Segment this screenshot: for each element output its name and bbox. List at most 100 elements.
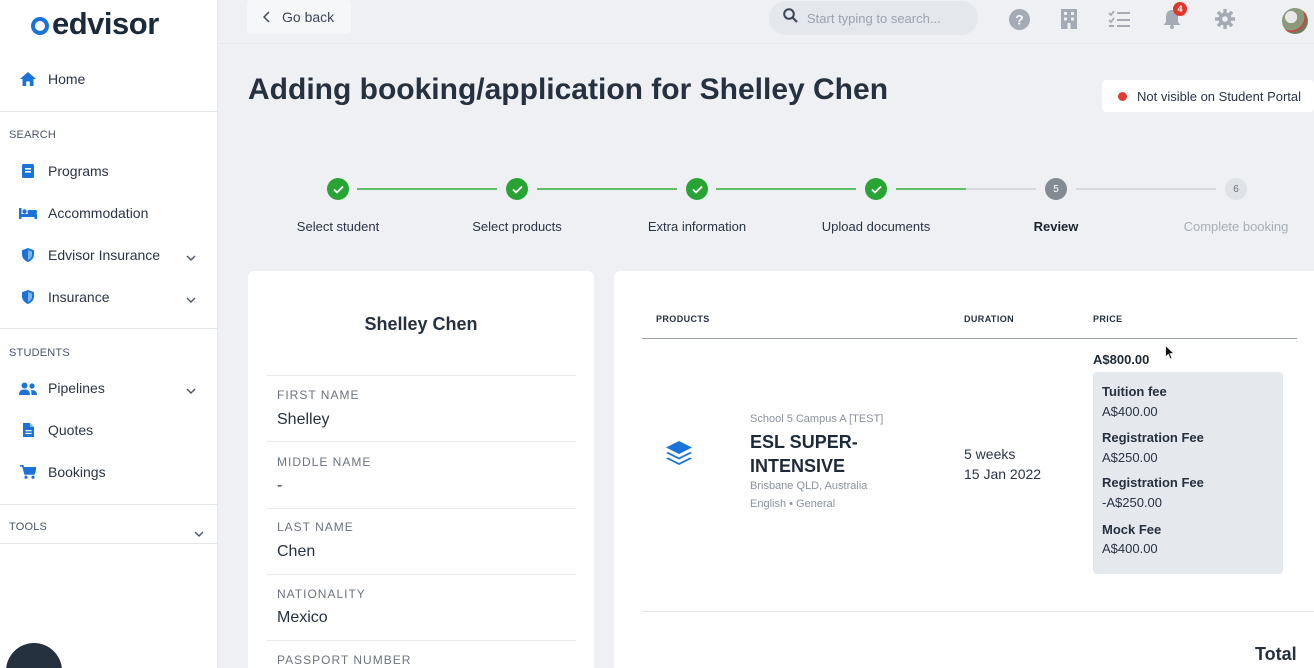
step-check-icon bbox=[865, 178, 887, 200]
search-box[interactable] bbox=[769, 1, 978, 35]
logo-mark-icon bbox=[31, 17, 49, 35]
page-title: Adding booking/application for Shelley C… bbox=[248, 73, 889, 106]
step-connector bbox=[1076, 188, 1216, 190]
product-title[interactable]: ESL SUPER-INTENSIVE bbox=[750, 430, 910, 478]
logo-text: edvisor bbox=[52, 6, 159, 41]
document-icon bbox=[19, 421, 37, 439]
tasks-icon[interactable] bbox=[1108, 8, 1130, 30]
step-label-pending: Complete booking bbox=[1183, 219, 1289, 234]
sidebar-item-quotes[interactable]: Quotes bbox=[0, 410, 218, 450]
notification-count-badge: 4 bbox=[1173, 2, 1187, 16]
step-number-current: 5 bbox=[1045, 178, 1067, 200]
fee-amount: -A$250.00 bbox=[1102, 495, 1162, 510]
layers-icon bbox=[664, 438, 694, 473]
sidebar-divider bbox=[0, 504, 218, 505]
user-avatar[interactable] bbox=[1282, 8, 1308, 34]
sidebar: edvisor Home SEARCH Programs Accommodati… bbox=[0, 0, 218, 668]
field-divider bbox=[267, 640, 576, 641]
section-label-search: SEARCH bbox=[9, 129, 57, 141]
svg-text:?: ? bbox=[1015, 11, 1024, 27]
products-review-card: PRODUCTS DURATION PRICE School 5 Campus … bbox=[614, 271, 1314, 668]
go-back-label: Go back bbox=[282, 9, 335, 25]
step-check-icon bbox=[327, 178, 349, 200]
duration-start-date: 15 Jan 2022 bbox=[964, 466, 1042, 482]
chevron-down-icon[interactable] bbox=[186, 248, 196, 264]
settings-gear-icon[interactable] bbox=[1214, 8, 1236, 30]
field-label: PASSPORT NUMBER bbox=[277, 653, 412, 667]
sidebar-item-programs[interactable]: Programs bbox=[0, 151, 218, 191]
field-label: LAST NAME bbox=[277, 520, 354, 534]
sidebar-item-label: Programs bbox=[48, 163, 109, 179]
mouse-cursor-icon bbox=[1165, 344, 1175, 365]
field-label: NATIONALITY bbox=[277, 587, 366, 601]
sidebar-item-edvisor-insurance[interactable]: Edvisor Insurance bbox=[0, 235, 218, 275]
fee-amount: A$250.00 bbox=[1102, 450, 1158, 465]
total-divider bbox=[642, 611, 1314, 612]
sidebar-item-home[interactable]: Home bbox=[0, 59, 218, 99]
fee-name: Mock Fee bbox=[1102, 522, 1162, 537]
sidebar-divider bbox=[0, 543, 218, 544]
sidebar-item-label: Quotes bbox=[48, 422, 94, 438]
step-connector bbox=[357, 188, 497, 190]
sidebar-item-pipelines[interactable]: Pipelines bbox=[0, 368, 218, 408]
chevron-down-icon[interactable] bbox=[186, 381, 196, 397]
sidebar-item-label: Home bbox=[48, 71, 86, 87]
visibility-label: Not visible on Student Portal bbox=[1137, 88, 1302, 104]
step-label: Select student bbox=[296, 219, 380, 234]
duration-length: 5 weeks bbox=[964, 446, 1016, 462]
step-connector bbox=[896, 188, 966, 190]
column-header-price: PRICE bbox=[1093, 314, 1123, 324]
step-label: Select products bbox=[472, 219, 562, 234]
chevron-down-icon[interactable] bbox=[186, 290, 196, 306]
sidebar-item-accommodation[interactable]: Accommodation bbox=[0, 193, 218, 233]
step-check-icon bbox=[506, 178, 528, 200]
search-input[interactable] bbox=[807, 10, 967, 26]
bed-icon bbox=[19, 204, 37, 222]
field-label: MIDDLE NAME bbox=[277, 455, 372, 469]
product-language: English • General bbox=[750, 498, 836, 510]
field-divider bbox=[267, 574, 576, 575]
field-value: - bbox=[277, 477, 283, 494]
sidebar-item-label: Pipelines bbox=[48, 380, 105, 396]
step-label: Upload documents bbox=[821, 219, 931, 234]
topbar: Go back ? 4 bbox=[219, 0, 1314, 44]
step-number-pending: 6 bbox=[1225, 178, 1247, 200]
building-icon[interactable] bbox=[1058, 8, 1080, 30]
product-school: School 5 Campus A [TEST] bbox=[750, 413, 884, 425]
sidebar-item-label: Edvisor Insurance bbox=[48, 247, 161, 263]
notifications-icon[interactable]: 4 bbox=[1161, 2, 1187, 30]
total-label: Total bbox=[1255, 644, 1297, 664]
step-connector bbox=[966, 188, 1036, 190]
status-dot bbox=[1118, 91, 1127, 101]
step-connector bbox=[716, 188, 856, 190]
field-divider bbox=[267, 375, 576, 376]
fee-name: Registration Fee bbox=[1102, 475, 1204, 490]
section-label-tools[interactable]: TOOLS bbox=[9, 521, 47, 533]
fee-amount: A$400.00 bbox=[1102, 404, 1158, 419]
field-value: Shelley bbox=[277, 411, 330, 428]
go-back-button[interactable]: Go back bbox=[247, 0, 351, 34]
chevron-left-icon bbox=[263, 11, 270, 23]
fee-amount: A$400.00 bbox=[1102, 541, 1158, 556]
portal-visibility-toggle[interactable]: Not visible on Student Portal bbox=[1102, 80, 1314, 112]
home-icon bbox=[19, 70, 37, 88]
help-icon[interactable]: ? bbox=[1008, 8, 1030, 30]
column-header-products: PRODUCTS bbox=[656, 314, 710, 324]
shield-icon bbox=[19, 246, 37, 264]
sidebar-item-bookings[interactable]: Bookings bbox=[0, 452, 218, 492]
chevron-down-icon[interactable] bbox=[194, 524, 204, 542]
field-value: Chen bbox=[277, 543, 316, 560]
logo[interactable]: edvisor bbox=[31, 6, 159, 42]
sidebar-item-insurance[interactable]: Insurance bbox=[0, 277, 218, 317]
header-divider bbox=[642, 338, 1297, 339]
cart-icon bbox=[19, 463, 37, 481]
product-price: A$800.00 bbox=[1093, 352, 1150, 367]
sidebar-divider bbox=[0, 328, 218, 329]
fee-name: Registration Fee bbox=[1102, 430, 1204, 445]
section-label-students: STUDENTS bbox=[9, 347, 70, 359]
student-details-card: Shelley Chen FIRST NAME Shelley MIDDLE N… bbox=[248, 271, 594, 668]
fee-name: Tuition fee bbox=[1102, 384, 1167, 399]
search-icon bbox=[783, 8, 798, 28]
field-divider bbox=[267, 508, 576, 509]
sidebar-item-label: Insurance bbox=[48, 289, 110, 305]
